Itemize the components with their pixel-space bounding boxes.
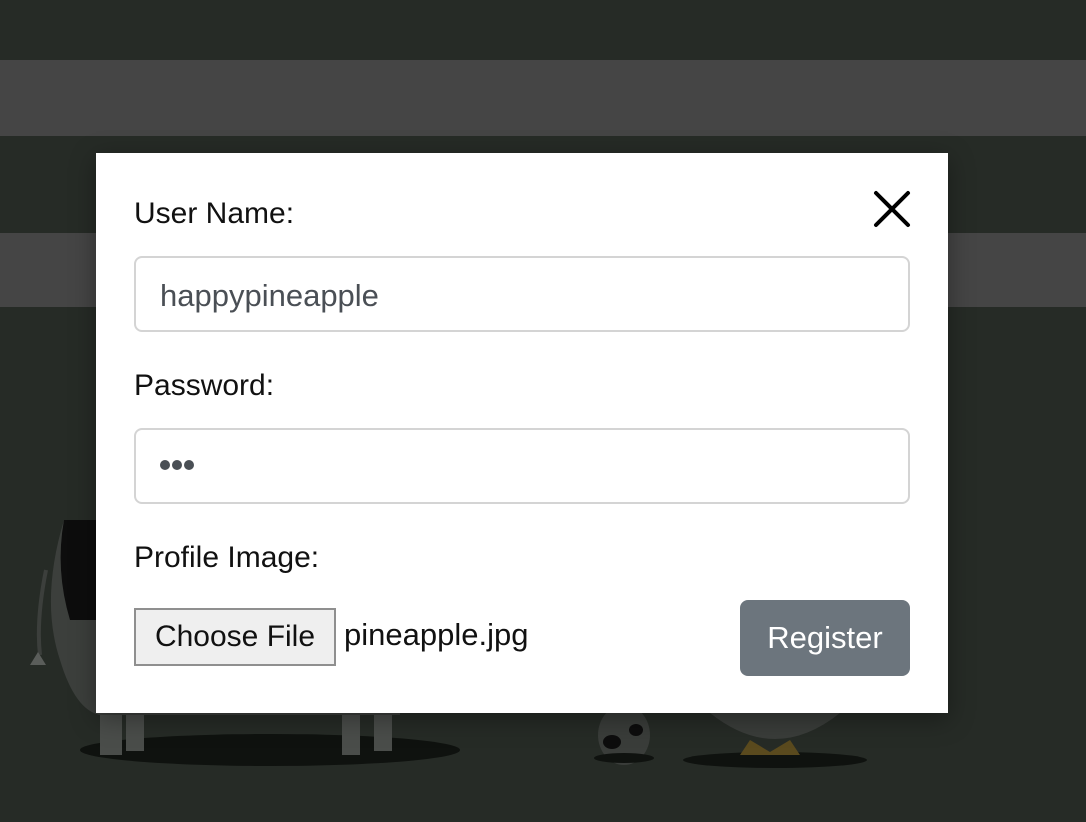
background-nav-band: [0, 60, 1086, 136]
username-label: User Name:: [134, 197, 295, 230]
password-input[interactable]: [134, 428, 910, 504]
password-mask: [160, 460, 194, 470]
profile-image-label: Profile Image:: [134, 541, 320, 574]
choose-file-button[interactable]: Choose File: [134, 608, 336, 666]
close-icon[interactable]: [870, 187, 914, 231]
register-modal: User Name: happypineapple Password: Prof…: [96, 153, 948, 713]
username-input[interactable]: happypineapple: [134, 256, 910, 332]
register-button[interactable]: Register: [740, 600, 910, 676]
password-label: Password:: [134, 369, 275, 402]
username-value: happypineapple: [160, 278, 379, 313]
selected-file-name: pineapple.jpg: [344, 617, 529, 652]
